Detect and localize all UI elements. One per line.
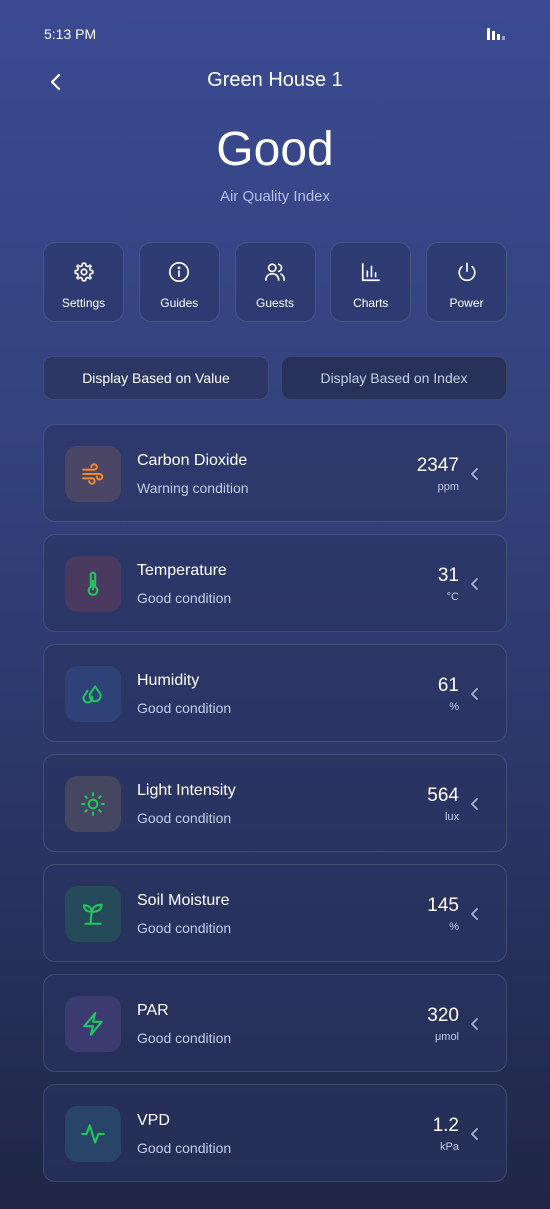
- sensor-card-par[interactable]: PAR Good condition 320 μmol: [43, 974, 507, 1072]
- status-bar: 5:13 PM: [0, 0, 550, 68]
- sensor-unit: kPa: [440, 1141, 459, 1153]
- display-by-index-button[interactable]: Display Based on Index: [281, 356, 507, 400]
- bar-chart-icon: [361, 262, 380, 282]
- sensor-value: 564: [427, 785, 459, 806]
- sensor-name: Temperature: [137, 562, 227, 579]
- signal-bars-icon: [487, 28, 505, 40]
- sensor-icon-bg: [65, 776, 121, 832]
- header: Green House 1: [0, 62, 550, 102]
- gear-icon: [73, 262, 94, 282]
- sensor-name: Humidity: [137, 672, 200, 689]
- wind-icon: [82, 463, 104, 485]
- sensor-name: VPD: [137, 1112, 170, 1129]
- sensor-icon-bg: [65, 556, 121, 612]
- chevron-left-icon: [471, 798, 478, 810]
- sensor-card-light-intensity[interactable]: Light Intensity Good condition 564 lux: [43, 754, 507, 852]
- info-icon: [169, 262, 190, 282]
- sensor-condition: Good condition: [137, 1030, 232, 1046]
- lightning-icon: [83, 1012, 103, 1036]
- guests-label: Guests: [255, 296, 294, 310]
- sensor-card-humidity[interactable]: Humidity Good condition 61 %: [43, 644, 507, 742]
- sensor-condition: Good condition: [137, 590, 232, 606]
- sensor-condition: Good condition: [137, 920, 232, 936]
- sensor-list: Carbon Dioxide Warning condition 2347 pp…: [43, 424, 507, 1194]
- page-title: Green House 1: [207, 69, 343, 91]
- aqi-status: Good: [216, 123, 334, 176]
- sensor-value: 1.2: [432, 1115, 459, 1136]
- sensor-unit: μmol: [434, 1031, 459, 1043]
- chevron-left-icon: [471, 468, 478, 480]
- settings-label: Settings: [61, 296, 106, 310]
- guides-button[interactable]: Guides: [138, 242, 220, 322]
- aqi-label: Air Quality Index: [219, 188, 331, 205]
- power-icon: [457, 262, 476, 282]
- sensor-icon-bg: [65, 446, 121, 502]
- sensor-unit: %: [449, 701, 459, 713]
- sensor-unit: ppm: [437, 481, 459, 493]
- sensor-condition: Good condition: [137, 700, 232, 716]
- sensor-icon-bg: [65, 996, 121, 1052]
- chevron-left-icon: [471, 1128, 478, 1140]
- chevron-left-icon: [471, 578, 478, 590]
- sensor-icon-bg: [65, 666, 121, 722]
- sensor-card-vpd[interactable]: VPD Good condition 1.2 kPa: [43, 1084, 507, 1182]
- sensor-card-carbon-dioxide[interactable]: Carbon Dioxide Warning condition 2347 pp…: [43, 424, 507, 522]
- quick-actions: Settings Guides Guests Charts Power: [43, 242, 507, 322]
- users-icon: [265, 263, 285, 282]
- droplets-icon: [82, 685, 102, 704]
- sensor-condition: Good condition: [137, 1140, 232, 1156]
- charts-label: Charts: [353, 296, 389, 310]
- display-by-value-button[interactable]: Display Based on Value: [43, 356, 269, 400]
- sensor-value: 145: [427, 895, 459, 916]
- sensor-name: Light Intensity: [137, 782, 236, 799]
- chevron-left-icon: [471, 688, 478, 700]
- thermometer-icon: [87, 571, 99, 596]
- status-time: 5:13 PM: [44, 26, 97, 42]
- chevron-left-icon: [471, 1018, 478, 1030]
- sensor-unit: lux: [444, 811, 459, 823]
- sprout-icon: [82, 903, 103, 925]
- sensor-name: Soil Moisture: [137, 892, 230, 909]
- chevron-left-icon: [471, 908, 478, 920]
- power-label: Power: [449, 296, 484, 310]
- sensor-card-soil-moisture[interactable]: Soil Moisture Good condition 145 %: [43, 864, 507, 962]
- sensor-condition: Good condition: [137, 810, 232, 826]
- sensor-icon-bg: [65, 886, 121, 942]
- sensor-card-temperature[interactable]: Temperature Good condition 31 °C: [43, 534, 507, 632]
- sensor-value: 2347: [416, 455, 459, 476]
- sensor-value: 31: [437, 565, 459, 586]
- charts-button[interactable]: Charts: [330, 242, 412, 322]
- sensor-unit: °C: [446, 591, 459, 603]
- activity-icon: [81, 1124, 105, 1144]
- guests-button[interactable]: Guests: [234, 242, 316, 322]
- guides-label: Guides: [160, 296, 199, 310]
- sensor-name: PAR: [137, 1002, 169, 1019]
- sensor-value: 320: [427, 1005, 459, 1026]
- sensor-value: 61: [437, 675, 459, 696]
- display-toggle: Display Based on Value Display Based on …: [43, 356, 507, 400]
- sensor-condition: Warning condition: [137, 480, 249, 496]
- sun-icon: [81, 792, 105, 816]
- sensor-icon-bg: [65, 1106, 121, 1162]
- power-button[interactable]: Power: [426, 242, 507, 322]
- sensor-name: Carbon Dioxide: [137, 452, 248, 469]
- settings-button[interactable]: Settings: [43, 242, 124, 322]
- sensor-unit: %: [449, 921, 459, 933]
